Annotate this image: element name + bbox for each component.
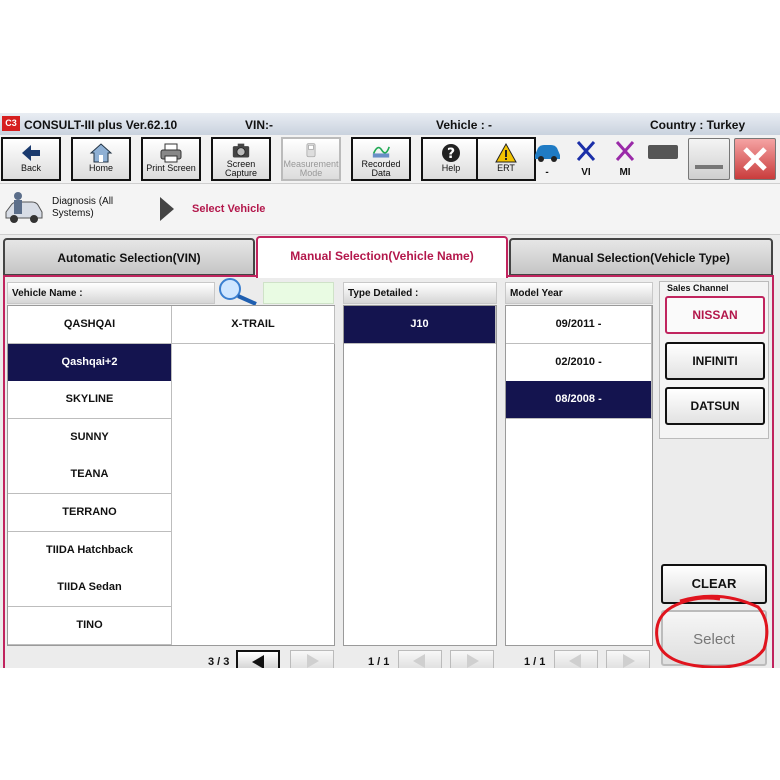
mi-status: MI [605, 137, 645, 181]
mi-disconnected-icon [615, 141, 635, 161]
vehicle-name-item[interactable]: TIIDA Sedan [8, 569, 172, 608]
vehicle-name-next-button[interactable] [290, 650, 334, 668]
car-icon [535, 145, 560, 162]
model-year-item[interactable]: 02/2010 - [506, 343, 652, 382]
diagnosis-icon [5, 192, 43, 223]
model-year-page-indicator: 1 / 1 [524, 656, 546, 668]
type-detailed-header: Type Detailed : [343, 282, 497, 304]
close-button[interactable] [734, 138, 776, 180]
infiniti-button[interactable]: INFINITI [665, 342, 765, 380]
vehicle-name-header: Vehicle Name : [7, 282, 215, 304]
toolbar: Back Home Print Screen Screen Capture Me… [0, 135, 780, 184]
measurement-icon [306, 143, 316, 158]
vi-disconnected-icon [576, 141, 596, 161]
next-arrow-icon [307, 654, 319, 668]
type-detailed-item[interactable]: J10 [344, 306, 496, 344]
vehicle-name-page-indicator: 3 / 3 [208, 656, 230, 668]
vehicle-name-prev-button[interactable] [236, 650, 280, 668]
tab-manual-vehicle-type[interactable]: Manual Selection(Vehicle Type) [509, 238, 773, 276]
tab-automatic-selection[interactable]: Automatic Selection(VIN) [3, 238, 255, 276]
home-icon [89, 143, 113, 163]
minimize-icon [695, 165, 723, 169]
vehicle-name-item[interactable]: SUNNY [8, 418, 172, 457]
battery-icon [648, 145, 678, 159]
print-screen-button[interactable]: Print Screen [141, 137, 201, 181]
sales-channel-label: Sales Channel [667, 283, 729, 293]
vehicle-status: - [527, 137, 567, 181]
app-title: CONSULT-III plus Ver.62.10 [24, 118, 178, 132]
vehicle-name-item[interactable]: QASHQAI [8, 306, 172, 344]
search-icon[interactable] [214, 277, 262, 307]
country-label: Country : Turkey [650, 118, 746, 132]
printer-icon [160, 143, 182, 163]
next-arrow-icon [467, 654, 479, 668]
recorded-data-button[interactable]: Recorded Data [351, 137, 411, 181]
model-year-item[interactable]: 08/2008 - [506, 381, 652, 420]
prev-arrow-icon [252, 655, 264, 668]
tab-manual-vehicle-name[interactable]: Manual Selection(Vehicle Name) [256, 236, 508, 278]
breadcrumb-current: Select Vehicle [192, 203, 266, 215]
model-year-prev-button[interactable] [554, 650, 598, 668]
type-detailed-next-button[interactable] [450, 650, 494, 668]
help-icon: ? [442, 144, 460, 162]
back-arrow-icon [22, 145, 40, 161]
model-year-header: Model Year [505, 282, 653, 304]
vehicle-name-item[interactable]: Qashqai+2 [8, 343, 172, 382]
vehicle-name-list: QASHQAI Qashqai+2 SKYLINE SUNNY TEANA TERRANO… [7, 305, 335, 646]
model-year-item[interactable]: 09/2011 - [506, 306, 652, 344]
help-button[interactable]: ? Help [421, 137, 481, 181]
vehicle-name-item[interactable]: TEANA [8, 456, 172, 495]
back-button[interactable]: Back [1, 137, 61, 181]
next-arrow-icon [623, 654, 635, 668]
home-button[interactable]: Home [71, 137, 131, 181]
vi-status: VI [566, 137, 606, 181]
svg-text:?: ? [447, 146, 455, 162]
vehicle-name-item[interactable]: TERRANO [8, 494, 172, 532]
breadcrumb-diagnosis[interactable]: Diagnosis (All Systems) [52, 196, 142, 220]
title-bar: C3 CONSULT-III plus Ver.62.10 VIN:- Vehi… [0, 113, 780, 135]
vehicle-name-item[interactable]: X-TRAIL [172, 306, 335, 344]
recorded-data-icon [372, 146, 390, 158]
annotation-circle-icon [655, 594, 769, 668]
type-detailed-prev-button[interactable] [398, 650, 442, 668]
vehicle-label: Vehicle : - [436, 118, 493, 132]
model-year-next-button[interactable] [606, 650, 650, 668]
warning-icon [495, 142, 517, 163]
vin-label: VIN:- [245, 118, 273, 132]
breadcrumb-arrow-icon [160, 197, 174, 221]
vehicle-name-item[interactable]: TINO [8, 606, 172, 645]
close-icon [743, 147, 767, 171]
type-detailed-list: J10 [343, 305, 497, 646]
vehicle-name-item[interactable]: SKYLINE [8, 381, 172, 420]
measurement-mode-button[interactable]: Measurement Mode [281, 137, 341, 181]
screen-capture-button[interactable]: Screen Capture [211, 137, 271, 181]
model-year-list: 09/2011 -02/2010 -08/2008 - [505, 305, 653, 646]
minimize-button[interactable] [688, 138, 730, 180]
datsun-button[interactable]: DATSUN [665, 387, 765, 425]
breadcrumb: Diagnosis (All Systems) Select Vehicle [0, 184, 780, 235]
consult-logo-icon: C3 [2, 116, 20, 131]
prev-arrow-icon [413, 654, 425, 668]
camera-icon [232, 143, 250, 158]
vehicle-name-search-input[interactable] [263, 282, 334, 304]
type-detailed-page-indicator: 1 / 1 [368, 656, 390, 668]
consult-app-window: C3 CONSULT-III plus Ver.62.10 VIN:- Vehi… [0, 113, 780, 668]
nissan-button[interactable]: NISSAN [665, 296, 765, 334]
vehicle-name-item[interactable]: TIIDA Hatchback [8, 531, 172, 570]
prev-arrow-icon [569, 654, 581, 668]
